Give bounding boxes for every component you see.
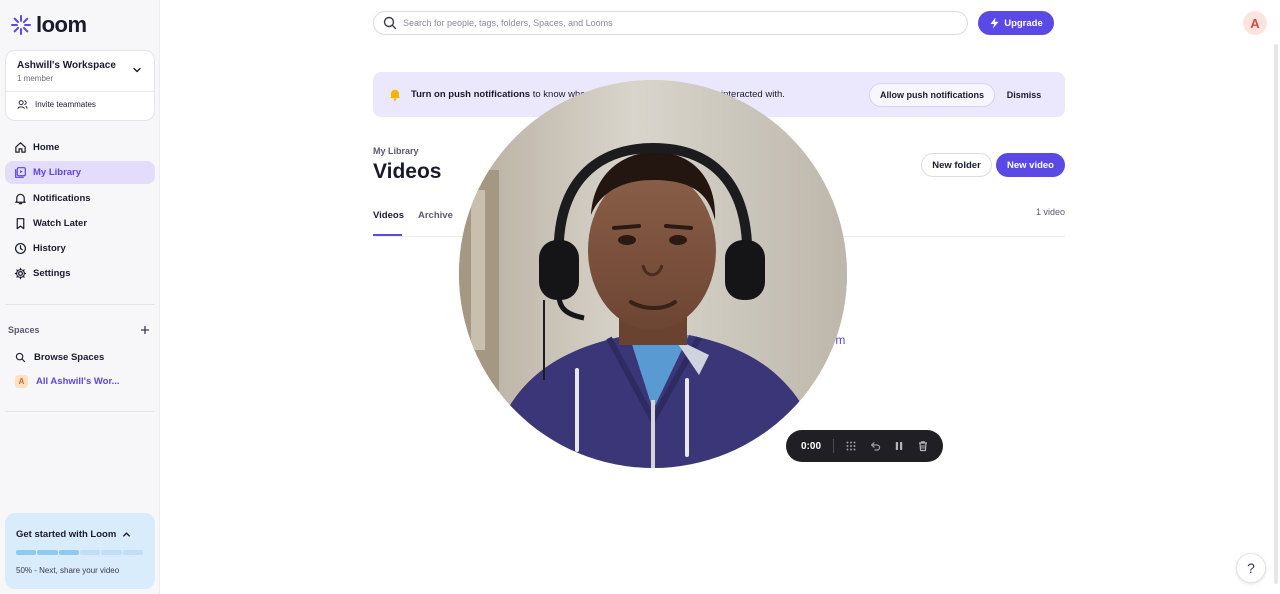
banner-bold-text: Turn on push notifications xyxy=(411,89,531,100)
sidebar-item-history[interactable]: History xyxy=(5,237,155,260)
page-scrollbar[interactable] xyxy=(1274,44,1278,584)
get-started-subtitle: 50% - Next, share your video xyxy=(16,566,120,575)
pause-icon xyxy=(895,442,903,450)
spaces-heading: Spaces xyxy=(8,325,40,335)
get-started-card[interactable]: Get started with Loom 50% - Next, share … xyxy=(5,513,155,589)
progress-segment xyxy=(58,550,79,555)
sidebar-item-watch-later[interactable]: Watch Later xyxy=(5,212,155,235)
workspace-members: 1 member xyxy=(17,74,54,83)
sidebar-item-my-library[interactable]: My Library xyxy=(5,161,155,185)
sidebar-item-label: Home xyxy=(33,142,60,153)
tab-videos[interactable]: Videos xyxy=(373,210,404,221)
get-started-title: Get started with Loom xyxy=(16,529,131,540)
progress-segment xyxy=(101,550,122,555)
page-title: Videos xyxy=(373,160,442,183)
workspace-switcher[interactable]: Ashwill's Workspace 1 member Invite team… xyxy=(5,50,155,121)
loom-logo[interactable]: loom xyxy=(10,12,87,38)
new-video-button[interactable]: New video xyxy=(996,153,1065,177)
workspace-name: Ashwill's Workspace xyxy=(17,60,116,71)
pause-button[interactable] xyxy=(892,439,906,453)
home-icon xyxy=(15,142,26,153)
bell-icon xyxy=(390,89,400,101)
allow-push-notifications-button[interactable]: Allow push notifications xyxy=(869,83,995,107)
dismiss-button[interactable]: Dismiss xyxy=(1003,83,1045,107)
chevron-down-icon[interactable] xyxy=(132,65,142,75)
restart-button[interactable] xyxy=(868,439,882,453)
space-label: Browse Spaces xyxy=(34,351,105,363)
lightning-icon xyxy=(990,17,999,29)
search-input[interactable] xyxy=(403,18,943,28)
controls-divider xyxy=(833,439,835,453)
bookmark-icon xyxy=(16,217,25,230)
camera-bubble[interactable] xyxy=(459,80,847,468)
onboarding-progress-bar xyxy=(16,550,143,555)
delete-button[interactable] xyxy=(916,439,930,453)
webcam-video-feed xyxy=(459,80,847,468)
sidebar-item-settings[interactable]: Settings xyxy=(5,262,155,285)
progress-segment xyxy=(79,550,101,555)
drag-handle[interactable] xyxy=(844,439,858,453)
search-icon xyxy=(15,352,26,362)
sidebar-item-label: Settings xyxy=(33,268,71,280)
gear-icon xyxy=(14,268,27,280)
sidebar-nav: Home My Library Notifications Watch Late… xyxy=(5,136,155,288)
progress-segment xyxy=(37,550,58,555)
sidebar-item-label: My Library xyxy=(33,167,82,179)
video-count: 1 video xyxy=(1035,207,1065,217)
chevron-up-icon[interactable] xyxy=(122,530,131,539)
active-tab-indicator xyxy=(373,234,402,236)
bell-icon xyxy=(15,193,26,204)
clock-icon xyxy=(14,243,27,255)
trash-icon xyxy=(919,441,928,452)
upgrade-label: Upgrade xyxy=(1004,17,1043,29)
logo-text: loom xyxy=(36,12,87,37)
user-avatar[interactable]: A xyxy=(1243,11,1267,35)
sidebar-item-notifications[interactable]: Notifications xyxy=(5,187,155,210)
sidebar-item-label: Notifications xyxy=(33,192,91,204)
search-icon xyxy=(383,16,397,30)
sidebar-item-label: Watch Later xyxy=(33,217,88,229)
progress-segment xyxy=(16,550,37,555)
sidebar-item-home[interactable]: Home xyxy=(5,136,155,159)
new-folder-button[interactable]: New folder xyxy=(921,153,992,177)
space-avatar: A xyxy=(15,374,28,388)
help-button[interactable]: ? xyxy=(1236,553,1266,583)
progress-segment xyxy=(122,550,143,555)
sidebar-item-label: History xyxy=(33,243,66,255)
space-label: All Ashwill's Wor... xyxy=(36,375,120,387)
invite-teammates-button[interactable]: Invite teammates xyxy=(17,99,96,110)
library-icon xyxy=(15,167,26,179)
recording-controls: 0:00 xyxy=(786,430,943,462)
spaces-list: Browse Spaces A All Ashwill's Wor... xyxy=(5,345,155,393)
upgrade-button[interactable]: Upgrade xyxy=(978,11,1054,35)
users-icon xyxy=(17,100,28,109)
search-bar[interactable] xyxy=(373,11,968,35)
sidebar-divider xyxy=(5,411,155,412)
plus-icon[interactable] xyxy=(140,325,150,335)
workspace-divider xyxy=(6,91,154,92)
sidebar: loom Ashwill's Workspace 1 member Invite… xyxy=(0,0,160,594)
get-started-label: Get started with Loom xyxy=(16,529,117,540)
banner-message: Turn on push notifications to know when … xyxy=(411,89,785,100)
sidebar-item-browse-spaces[interactable]: Browse Spaces xyxy=(5,345,155,369)
invite-label: Invite teammates xyxy=(35,100,96,109)
breadcrumb[interactable]: My Library xyxy=(373,146,419,156)
tab-archive[interactable]: Archive xyxy=(418,210,453,221)
sidebar-divider xyxy=(5,304,155,305)
loom-logo-icon xyxy=(11,15,31,35)
spaces-header: Spaces xyxy=(8,325,150,335)
undo-icon xyxy=(870,442,881,451)
drag-grid-icon xyxy=(846,441,856,451)
sidebar-item-all-workspace[interactable]: A All Ashwill's Wor... xyxy=(5,369,155,393)
recording-timer: 0:00 xyxy=(801,440,822,452)
